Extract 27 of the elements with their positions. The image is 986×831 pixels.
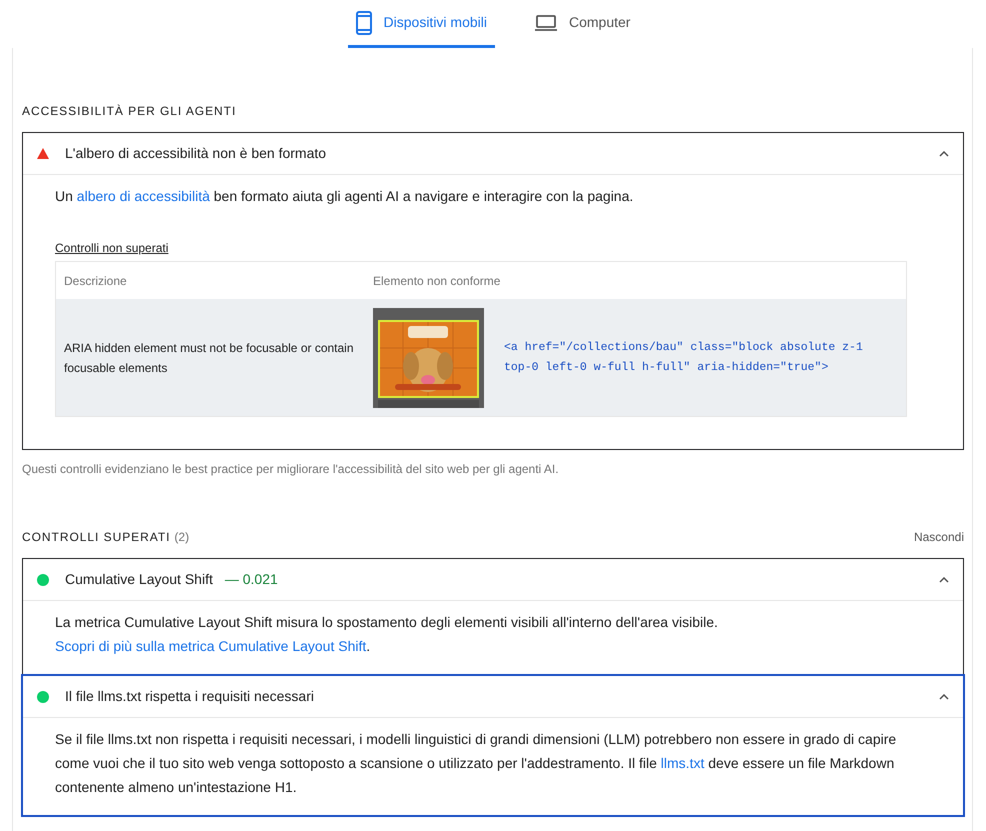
hide-button[interactable]: Nascondi [914,528,964,546]
audit-description: Un albero di accessibilità ben formato aiuta gli agenti AI a navigare e interagire con la pagina. [55,187,634,206]
column-header: Descrizione [63,272,128,290]
section-title: ACCESSIBILITÀ PER GLI AGENTI [22,103,236,120]
learn-more-link[interactable]: albero di accessibilità [76,188,210,204]
audit-title: Il file llms.txt rispetta i requisiti necessari [65,687,314,706]
audit-description: La metrica Cumulative Layout Shift misura lo spostamento degli elementi visibili all'interno dell'area visibile. Scopri di più sulla metrica Cumulative Layout Shift. [55,613,719,656]
section-title: CONTROLLI SUPERATI [22,529,170,546]
table-cell-text: ARIA hidden element must not be focusable or contain focusable elements [63,340,355,376]
laptop-icon [535,14,557,30]
device-tab[interactable]: Dispositivi mobili [348,0,495,48]
metric-value: — 0.021 [224,570,278,589]
learn-more-link[interactable]: llms.txt [660,755,704,771]
audit-title: Cumulative Layout Shift [65,570,213,589]
audit-title: L'albero di accessibilità non è ben formato [65,144,326,163]
section-count: (2) [174,529,190,546]
device-tab[interactable]: Computer [527,0,638,48]
audit-header[interactable]: L'albero di accessibilità non è ben formato [23,133,963,174]
table-heading: Controlli non superati [55,240,168,257]
audit-header[interactable]: Cumulative Layout Shift — 0.021 [23,559,963,600]
code-snippet: <a href="/collections/bau" class="block absolute z-1 top-0 left-0 w-full h-full" aria-hidden="true"> [504,340,864,376]
phone-icon [356,10,372,34]
audit-description: Se il file llms.txt non rispetta i requisiti necessari, i modelli linguistici di grandi dimensioni (LLM) potrebbero non essere in grado di capire come vuoi che il tuo sito web venga sottoposto a scansione o utilizzato per l'addestramento. Il file llms.txt deve essere un file Markdown contenente almeno un'intestazione H1. [55,730,898,797]
section-note: Questi controlli evidenziano le best practice per migliorare l'accessibilità del sito web per gli agenti AI. [22,461,560,478]
audit-header[interactable]: Il file llms.txt rispetta i requisiti necessari [23,676,963,717]
learn-more-link[interactable]: Scopri di più sulla metrica Cumulative Layout Shift [55,638,366,654]
column-header: Elemento non conforme [373,272,500,290]
